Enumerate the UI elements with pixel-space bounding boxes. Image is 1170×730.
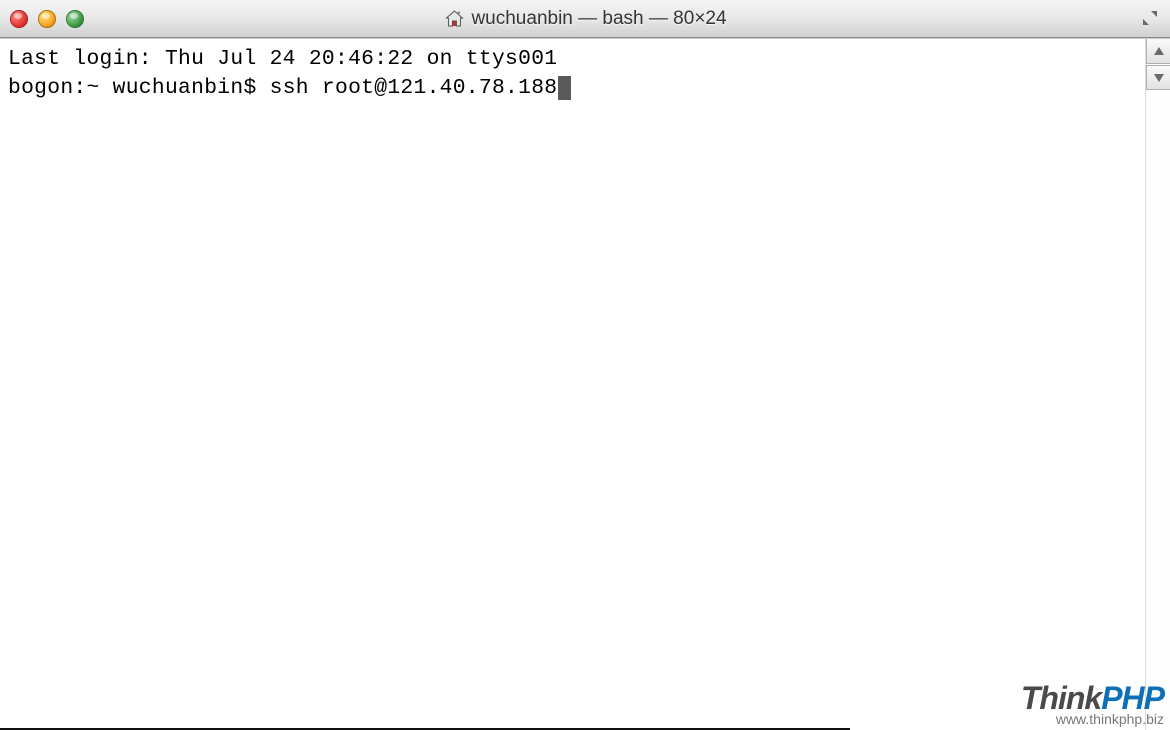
window-controls <box>10 10 84 28</box>
prompt-text: bogon:~ wuchuanbin$ <box>8 74 270 103</box>
minimize-button[interactable] <box>38 10 56 28</box>
terminal-cursor <box>558 76 571 100</box>
arrow-down-icon <box>1154 74 1164 82</box>
last-login-line: Last login: Thu Jul 24 20:46:22 on ttys0… <box>8 45 557 74</box>
scroll-down-button[interactable] <box>1146 65 1170 90</box>
watermark-brand: ThinkPHP <box>1021 682 1164 714</box>
watermark: ThinkPHP www.thinkphp.biz <box>1021 682 1164 726</box>
close-button[interactable] <box>10 10 28 28</box>
zoom-button[interactable] <box>66 10 84 28</box>
window-title: wuchuanbin — bash — 80×24 <box>443 8 726 30</box>
arrow-up-icon <box>1154 47 1164 55</box>
scrollbar[interactable] <box>1145 39 1170 730</box>
terminal-output[interactable]: Last login: Thu Jul 24 20:46:22 on ttys0… <box>0 39 1145 730</box>
window-title-text: wuchuanbin — bash — 80×24 <box>471 8 726 30</box>
window-title-bar: wuchuanbin — bash — 80×24 <box>0 0 1170 38</box>
scroll-up-button[interactable] <box>1146 39 1170 64</box>
terminal-container: Last login: Thu Jul 24 20:46:22 on ttys0… <box>0 38 1170 730</box>
fullscreen-icon[interactable] <box>1138 6 1162 30</box>
home-icon <box>443 8 465 30</box>
command-text: ssh root@121.40.78.188 <box>270 74 558 103</box>
